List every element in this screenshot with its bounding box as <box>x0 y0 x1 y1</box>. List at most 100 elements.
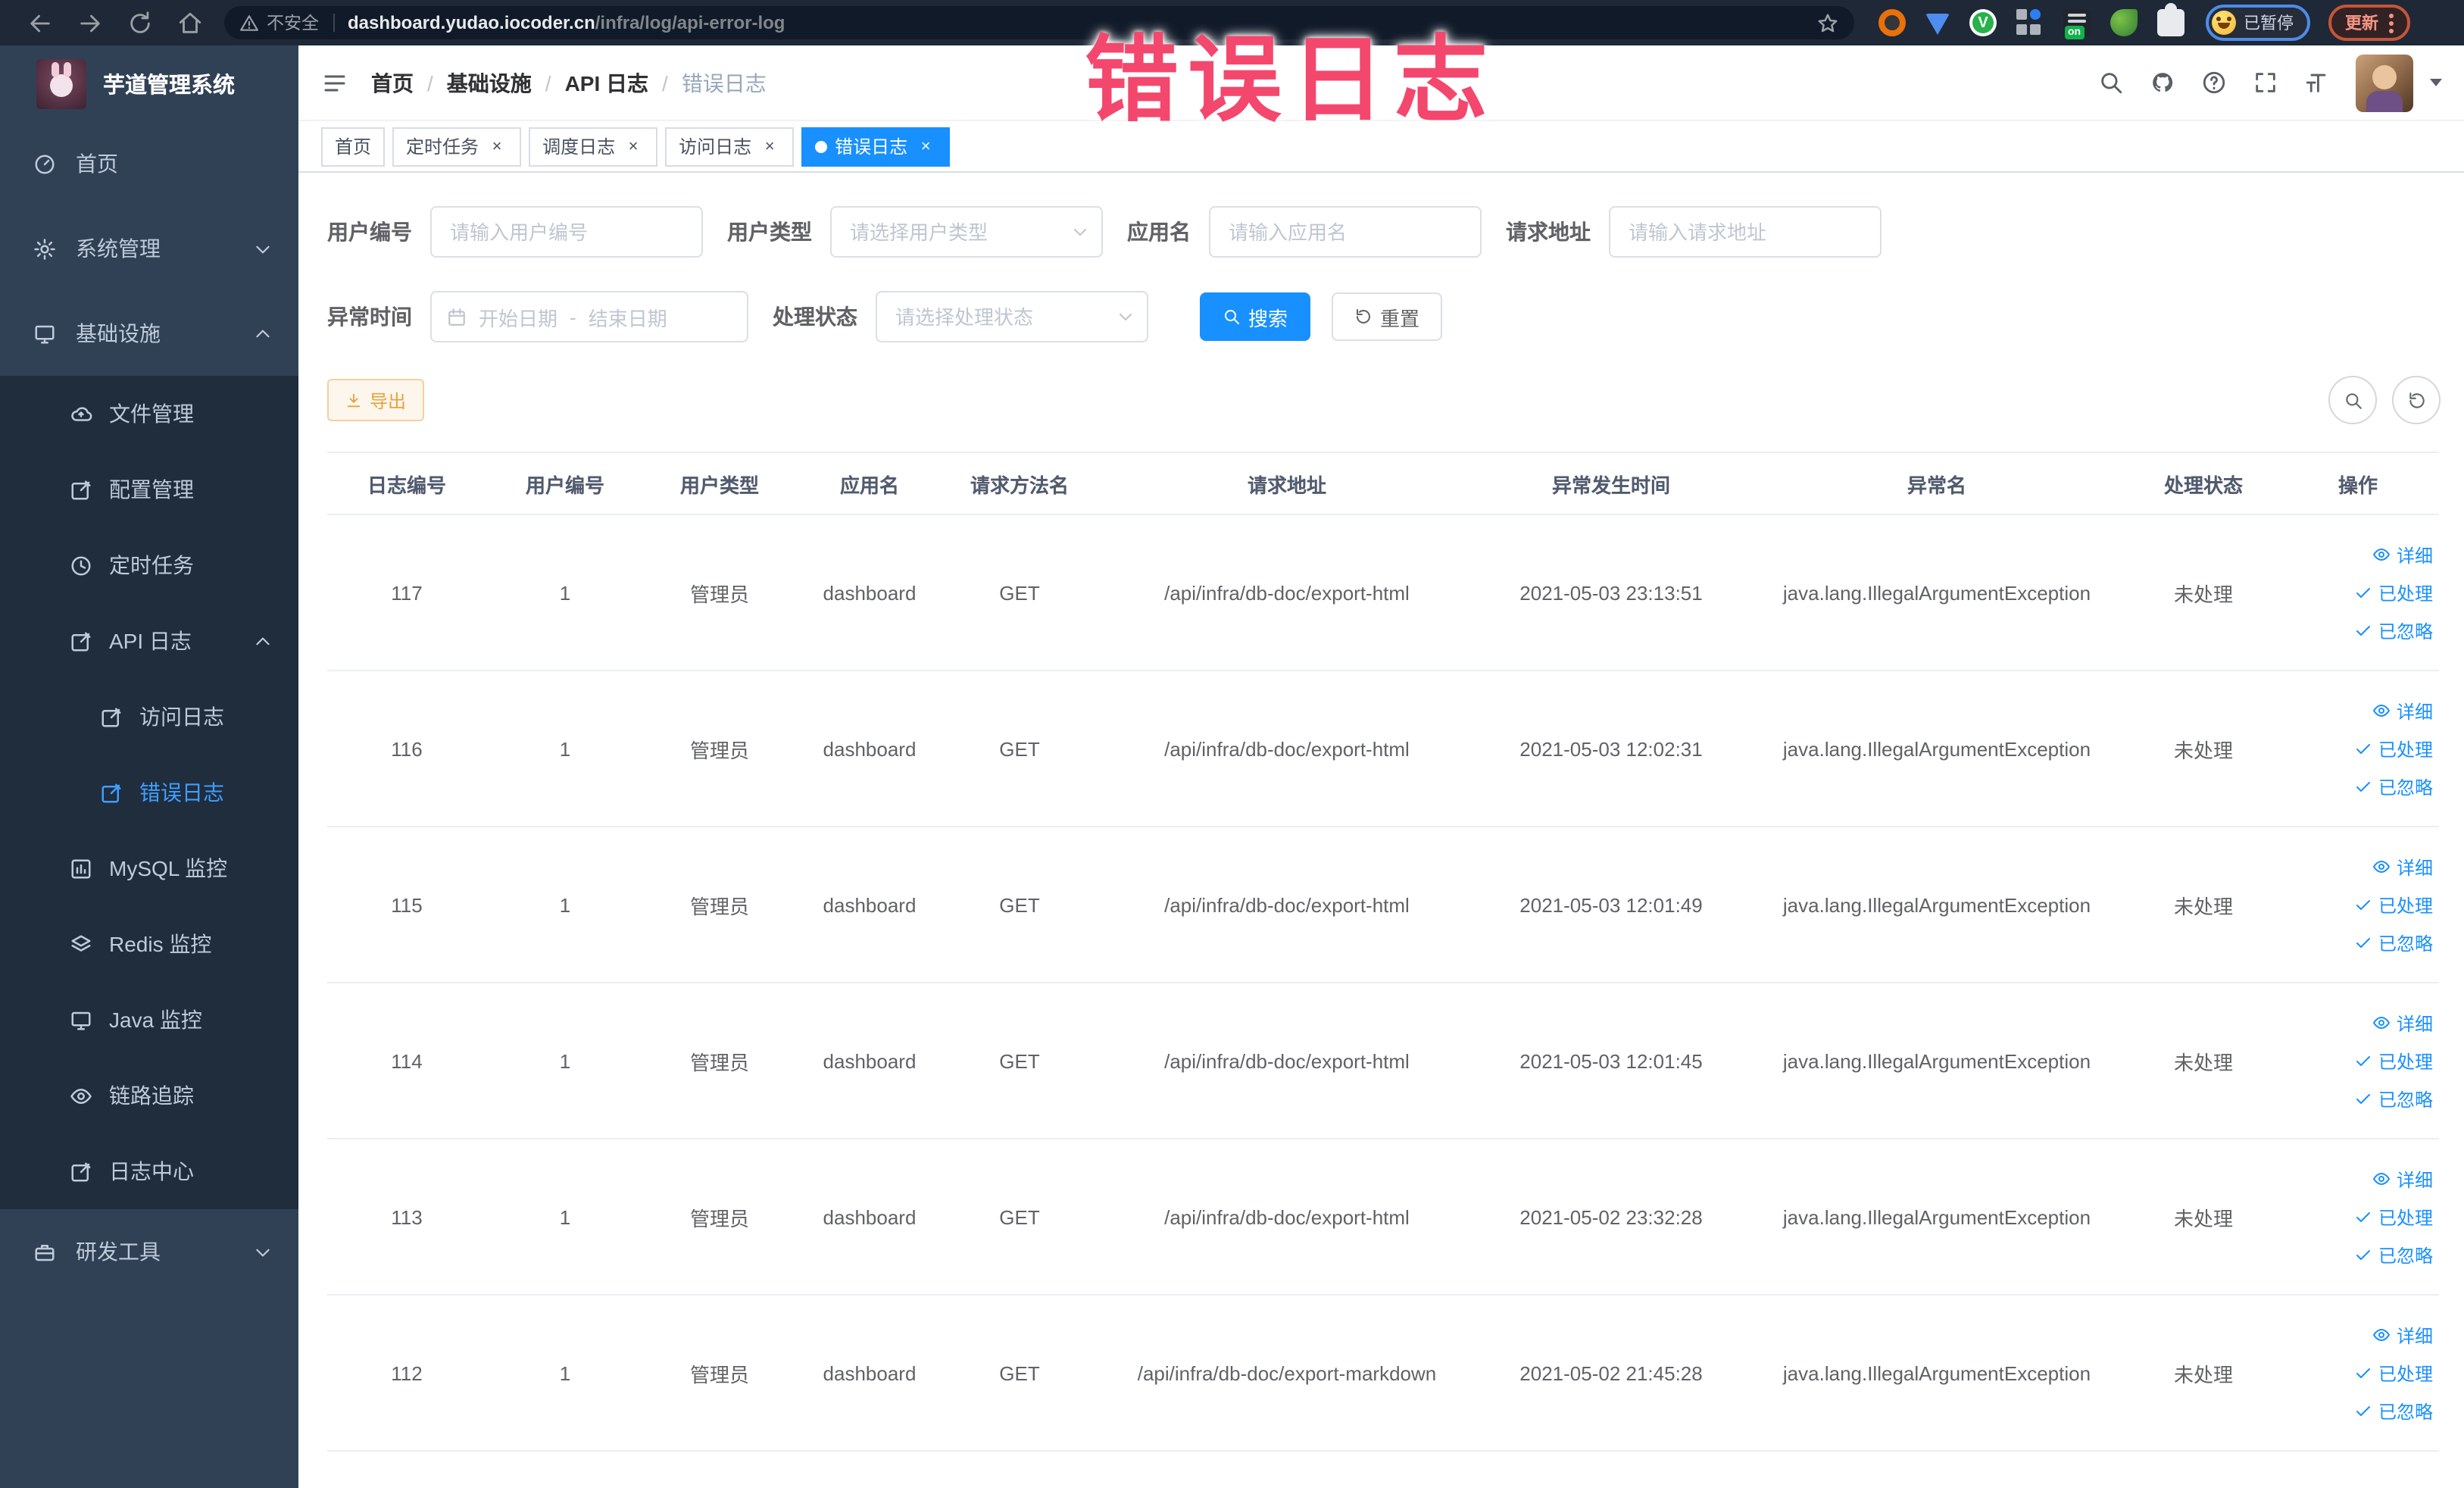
mark-processed-link[interactable]: 已处理 <box>2283 886 2433 924</box>
sidebar-item-error-log[interactable]: 错误日志 <box>0 755 298 830</box>
breadcrumb-home[interactable]: 首页 <box>371 67 414 98</box>
detail-link[interactable]: 详细 <box>2283 1004 2433 1042</box>
search-icon[interactable] <box>2098 70 2124 95</box>
sidebar-item-label: 系统管理 <box>76 236 161 261</box>
sidebar-item-trace[interactable]: 链路追踪 <box>0 1058 298 1133</box>
request-url-input[interactable] <box>1609 206 1882 258</box>
breadcrumb-infra[interactable]: 基础设施 <box>447 67 532 98</box>
sidebar-item-mysql-monitor[interactable]: MySQL 监控 <box>0 830 298 906</box>
close-icon[interactable]: × <box>759 136 780 157</box>
sidebar-item-file-manage[interactable]: 文件管理 <box>0 376 298 452</box>
close-icon[interactable]: × <box>623 136 644 157</box>
sidebar-item-access-log[interactable]: 访问日志 <box>0 679 298 755</box>
user-type-select[interactable] <box>830 206 1103 258</box>
sidebar-item-log-center[interactable]: 日志中心 <box>0 1133 298 1209</box>
forward-icon[interactable] <box>77 10 103 36</box>
detail-link[interactable]: 详细 <box>2283 1160 2433 1198</box>
tab-schedule-log[interactable]: 调度日志 × <box>529 127 658 166</box>
caret-down-icon[interactable] <box>2430 79 2442 86</box>
mark-ignored-link[interactable]: 已忽略 <box>2283 1392 2433 1430</box>
cell-exception-name: java.lang.IllegalArgumentException <box>1744 514 2130 671</box>
cell-user-type: 管理员 <box>644 983 795 1139</box>
export-button[interactable]: 导出 <box>327 379 425 421</box>
sidebar-item-redis-monitor[interactable]: Redis 监控 <box>0 906 298 982</box>
mark-processed-link[interactable]: 已处理 <box>2283 730 2433 767</box>
filter-row-2: 异常时间 开始日期 - 结束日期 处理状态 请选择处理状态 搜索 重置 <box>327 291 2464 342</box>
help-icon[interactable] <box>2201 70 2227 95</box>
tab-home[interactable]: 首页 <box>321 127 386 166</box>
page-content: 用户编号 用户类型 应用名 请求 <box>298 173 2464 1488</box>
breadcrumb-api-log[interactable]: API 日志 <box>565 67 648 98</box>
mark-processed-link[interactable]: 已处理 <box>2283 574 2433 611</box>
sidebar-item-home[interactable]: 首页 <box>0 121 298 206</box>
hamburger-icon[interactable] <box>321 69 348 96</box>
search-button[interactable]: 搜索 <box>1200 292 1311 341</box>
process-status-select-input[interactable] <box>876 291 1148 342</box>
check-icon <box>2354 1402 2372 1420</box>
detail-link[interactable]: 详细 <box>2283 536 2433 574</box>
tab-error-log[interactable]: 错误日志 × <box>801 127 951 166</box>
mark-ignored-link[interactable]: 已忽略 <box>2283 611 2433 649</box>
monitor-icon <box>33 322 56 345</box>
sidebar-item-infra[interactable]: 基础设施 <box>0 291 298 376</box>
date-range-picker[interactable]: 开始日期 - 结束日期 <box>430 291 748 342</box>
sidebar-item-java-monitor[interactable]: Java 监控 <box>0 982 298 1058</box>
reset-button[interactable]: 重置 <box>1332 292 1443 341</box>
profile-chip[interactable]: 已暂停 <box>2206 5 2310 41</box>
extension-on-badge-icon[interactable]: on <box>2063 9 2091 39</box>
toggle-search-button[interactable] <box>2328 376 2377 424</box>
font-size-icon[interactable] <box>2304 70 2330 95</box>
mark-ignored-link[interactable]: 已忽略 <box>2283 924 2433 961</box>
extension-leaf-icon[interactable] <box>2110 9 2138 36</box>
mark-ignored-link[interactable]: 已忽略 <box>2283 767 2433 805</box>
detail-link[interactable]: 详细 <box>2283 692 2433 730</box>
extension-on-label: on <box>2065 26 2085 39</box>
address-bar[interactable]: 不安全 dashboard.yudao.iocoder.cn/infra/log… <box>224 6 1854 39</box>
user-avatar[interactable] <box>2356 54 2413 111</box>
detail-link[interactable]: 详细 <box>2283 1316 2433 1354</box>
chevron-up-icon <box>253 631 273 651</box>
extension-grid-icon[interactable] <box>2016 9 2044 36</box>
action-label: 详细 <box>2396 701 2433 722</box>
navbar-actions <box>2098 54 2442 111</box>
filter-label: 处理状态 <box>773 305 857 329</box>
user-id-input[interactable] <box>430 206 703 258</box>
action-label: 已忽略 <box>2378 1245 2433 1266</box>
app-name-input[interactable] <box>1209 206 1482 258</box>
user-type-select-input[interactable] <box>830 206 1103 258</box>
security-chip[interactable]: 不安全 <box>239 11 319 35</box>
sidebar-item-system[interactable]: 系统管理 <box>0 206 298 291</box>
tab-label: 错误日志 <box>835 136 908 158</box>
sidebar-item-scheduled-tasks[interactable]: 定时任务 <box>0 527 298 603</box>
github-icon[interactable] <box>2150 70 2175 95</box>
bookmark-star-icon[interactable] <box>1816 11 1839 34</box>
home-icon[interactable] <box>177 10 203 36</box>
tab-scheduled-tasks[interactable]: 定时任务 × <box>392 127 522 166</box>
mark-ignored-link[interactable]: 已忽略 <box>2283 1236 2433 1274</box>
extensions-puzzle-icon[interactable] <box>2157 3 2184 36</box>
extension-shield-icon[interactable] <box>1925 14 1950 35</box>
sidebar-logo[interactable]: 芋道管理系统 <box>0 45 298 121</box>
extension-green-v-icon[interactable]: V <box>1969 9 1997 36</box>
close-icon[interactable]: × <box>486 136 507 157</box>
mark-processed-link[interactable]: 已处理 <box>2283 1042 2433 1080</box>
mark-ignored-link[interactable]: 已忽略 <box>2283 1080 2433 1118</box>
reload-icon[interactable] <box>127 10 153 36</box>
refresh-table-button[interactable] <box>2392 376 2441 424</box>
close-icon[interactable]: × <box>915 136 936 157</box>
detail-link[interactable]: 详细 <box>2283 848 2433 886</box>
fullscreen-icon[interactable] <box>2253 70 2278 95</box>
mark-processed-link[interactable]: 已处理 <box>2283 1354 2433 1392</box>
extension-orange-icon[interactable] <box>1878 9 1906 36</box>
sidebar-item-api-logs[interactable]: API 日志 <box>0 603 298 679</box>
sidebar-item-dev-tools[interactable]: 研发工具 <box>0 1209 298 1294</box>
back-icon[interactable] <box>27 10 53 36</box>
browser-update-menu[interactable]: 更新 <box>2328 5 2410 41</box>
check-icon <box>2354 896 2372 914</box>
mark-processed-link[interactable]: 已处理 <box>2283 1198 2433 1236</box>
cell-process-status: 未处理 <box>2130 1139 2277 1296</box>
tab-access-log[interactable]: 访问日志 × <box>665 127 795 166</box>
process-status-select[interactable] <box>876 291 1148 342</box>
sidebar-item-config-manage[interactable]: 配置管理 <box>0 452 298 527</box>
calendar-icon <box>447 307 467 327</box>
